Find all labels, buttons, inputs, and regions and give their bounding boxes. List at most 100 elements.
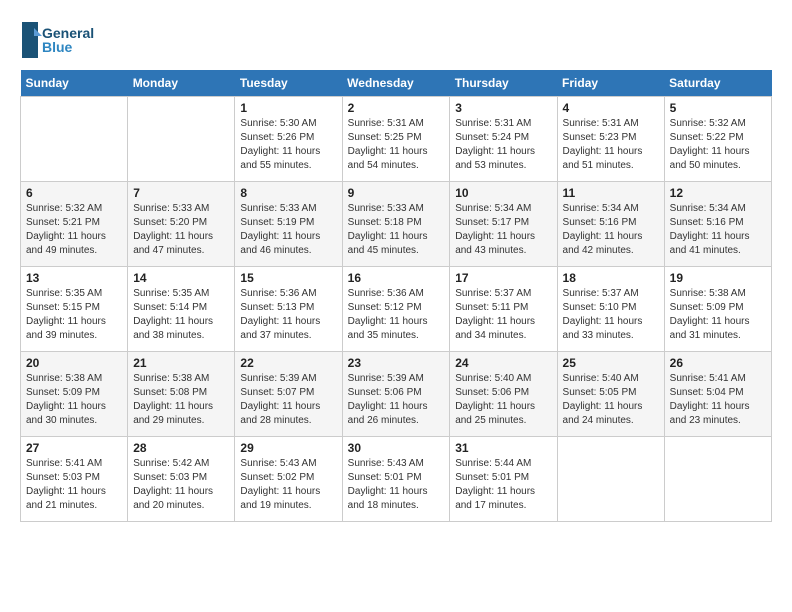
day-number: 8 [240, 186, 336, 200]
day-number: 3 [455, 101, 551, 115]
calendar-cell: 18Sunrise: 5:37 AM Sunset: 5:10 PM Dayli… [557, 267, 664, 352]
calendar-cell: 20 Sunrise: 5:38 AM Sunset: 5:09 PM Dayli… [21, 352, 128, 437]
calendar-cell: 14 Sunrise: 5:35 AM Sunset: 5:14 PM Dayli… [128, 267, 235, 352]
day-info: Sunrise: 5:34 AM Sunset: 5:16 PM Dayligh… [670, 202, 766, 258]
day-number: 1 [240, 101, 336, 115]
day-info: Sunrise: 5:43 AM Sunset: 5:02 PM Dayligh… [240, 457, 336, 513]
column-header-friday: Friday [557, 70, 664, 97]
day-info: Sunrise: 5:41 AM Sunset: 5:04 PM Dayligh… [670, 372, 766, 428]
svg-text:Blue: Blue [42, 39, 73, 55]
column-header-monday: Monday [128, 70, 235, 97]
day-info: Sunrise: 5:39 AM Sunset: 5:07 PM Dayligh… [240, 372, 336, 428]
day-info: Sunrise: 5:44 AM Sunset: 5:01 PM Dayligh… [455, 457, 551, 513]
day-number: 27 [26, 441, 122, 455]
day-info: Sunrise: 5:33 AM Sunset: 5:20 PM Dayligh… [133, 202, 229, 258]
calendar-cell: 30 Sunrise: 5:43 AM Sunset: 5:01 PM Dayli… [342, 437, 450, 522]
calendar-cell: 5 Sunrise: 5:32 AM Sunset: 5:22 PM Daylig… [664, 97, 771, 182]
day-number: 5 [670, 101, 766, 115]
week-row-5: 27 Sunrise: 5:41 AM Sunset: 5:03 PM Dayli… [21, 437, 772, 522]
day-number: 25 [563, 356, 659, 370]
day-info: Sunrise: 5:32 AM Sunset: 5:21 PM Dayligh… [26, 202, 122, 258]
day-info: Sunrise: 5:35 AM Sunset: 5:14 PM Dayligh… [133, 287, 229, 343]
calendar-cell: 4 Sunrise: 5:31 AM Sunset: 5:23 PM Daylig… [557, 97, 664, 182]
day-number: 29 [240, 441, 336, 455]
column-header-tuesday: Tuesday [235, 70, 342, 97]
calendar-cell: 6Sunrise: 5:32 AM Sunset: 5:21 PM Daylig… [21, 182, 128, 267]
day-number: 16 [348, 271, 445, 285]
calendar-cell: 28 Sunrise: 5:42 AM Sunset: 5:03 PM Dayli… [128, 437, 235, 522]
calendar-cell: 31 Sunrise: 5:44 AM Sunset: 5:01 PM Dayli… [450, 437, 557, 522]
day-info: Sunrise: 5:41 AM Sunset: 5:03 PM Dayligh… [26, 457, 122, 513]
calendar-cell: 15Sunrise: 5:36 AM Sunset: 5:13 PM Dayli… [235, 267, 342, 352]
day-info: Sunrise: 5:35 AM Sunset: 5:15 PM Dayligh… [26, 287, 122, 343]
day-info: Sunrise: 5:38 AM Sunset: 5:08 PM Dayligh… [133, 372, 229, 428]
day-number: 7 [133, 186, 229, 200]
calendar-cell: 25 Sunrise: 5:40 AM Sunset: 5:05 PM Dayli… [557, 352, 664, 437]
day-number: 9 [348, 186, 445, 200]
day-number: 2 [348, 101, 445, 115]
week-row-1: 1 Sunrise: 5:30 AM Sunset: 5:26 PM Daylig… [21, 97, 772, 182]
day-number: 23 [348, 356, 445, 370]
calendar-cell: 2 Sunrise: 5:31 AM Sunset: 5:25 PM Daylig… [342, 97, 450, 182]
calendar-cell: 1 Sunrise: 5:30 AM Sunset: 5:26 PM Daylig… [235, 97, 342, 182]
day-info: Sunrise: 5:33 AM Sunset: 5:18 PM Dayligh… [348, 202, 445, 258]
calendar-cell: 23Sunrise: 5:39 AM Sunset: 5:06 PM Dayli… [342, 352, 450, 437]
calendar-cell: 11Sunrise: 5:34 AM Sunset: 5:16 PM Dayli… [557, 182, 664, 267]
day-number: 19 [670, 271, 766, 285]
calendar-cell: 8 Sunrise: 5:33 AM Sunset: 5:19 PM Daylig… [235, 182, 342, 267]
column-header-thursday: Thursday [450, 70, 557, 97]
week-row-4: 20 Sunrise: 5:38 AM Sunset: 5:09 PM Dayli… [21, 352, 772, 437]
day-number: 17 [455, 271, 551, 285]
day-info: Sunrise: 5:42 AM Sunset: 5:03 PM Dayligh… [133, 457, 229, 513]
day-info: Sunrise: 5:31 AM Sunset: 5:23 PM Dayligh… [563, 117, 659, 173]
week-row-2: 6Sunrise: 5:32 AM Sunset: 5:21 PM Daylig… [21, 182, 772, 267]
day-number: 10 [455, 186, 551, 200]
column-header-saturday: Saturday [664, 70, 771, 97]
calendar-cell: 19 Sunrise: 5:38 AM Sunset: 5:09 PM Dayli… [664, 267, 771, 352]
calendar-cell: 13 Sunrise: 5:35 AM Sunset: 5:15 PM Dayli… [21, 267, 128, 352]
day-number: 18 [563, 271, 659, 285]
calendar-cell: 26 Sunrise: 5:41 AM Sunset: 5:04 PM Dayli… [664, 352, 771, 437]
calendar-cell: 7 Sunrise: 5:33 AM Sunset: 5:20 PM Daylig… [128, 182, 235, 267]
day-number: 20 [26, 356, 122, 370]
day-number: 28 [133, 441, 229, 455]
day-info: Sunrise: 5:31 AM Sunset: 5:24 PM Dayligh… [455, 117, 551, 173]
day-info: Sunrise: 5:38 AM Sunset: 5:09 PM Dayligh… [670, 287, 766, 343]
day-info: Sunrise: 5:40 AM Sunset: 5:06 PM Dayligh… [455, 372, 551, 428]
day-info: Sunrise: 5:32 AM Sunset: 5:22 PM Dayligh… [670, 117, 766, 173]
day-number: 15 [240, 271, 336, 285]
column-header-sunday: Sunday [21, 70, 128, 97]
calendar-cell [21, 97, 128, 182]
calendar-cell: 22 Sunrise: 5:39 AM Sunset: 5:07 PM Dayli… [235, 352, 342, 437]
day-number: 22 [240, 356, 336, 370]
day-info: Sunrise: 5:40 AM Sunset: 5:05 PM Dayligh… [563, 372, 659, 428]
calendar-cell: 9 Sunrise: 5:33 AM Sunset: 5:18 PM Daylig… [342, 182, 450, 267]
calendar-cell: 27 Sunrise: 5:41 AM Sunset: 5:03 PM Dayli… [21, 437, 128, 522]
day-number: 4 [563, 101, 659, 115]
day-number: 31 [455, 441, 551, 455]
day-number: 26 [670, 356, 766, 370]
day-info: Sunrise: 5:37 AM Sunset: 5:11 PM Dayligh… [455, 287, 551, 343]
day-info: Sunrise: 5:30 AM Sunset: 5:26 PM Dayligh… [240, 117, 336, 173]
day-info: Sunrise: 5:36 AM Sunset: 5:12 PM Dayligh… [348, 287, 445, 343]
calendar-cell: 29 Sunrise: 5:43 AM Sunset: 5:02 PM Dayli… [235, 437, 342, 522]
day-info: Sunrise: 5:31 AM Sunset: 5:25 PM Dayligh… [348, 117, 445, 173]
day-number: 21 [133, 356, 229, 370]
calendar-cell: 10 Sunrise: 5:34 AM Sunset: 5:17 PM Dayli… [450, 182, 557, 267]
day-number: 13 [26, 271, 122, 285]
calendar-cell: 21 Sunrise: 5:38 AM Sunset: 5:08 PM Dayli… [128, 352, 235, 437]
day-info: Sunrise: 5:34 AM Sunset: 5:17 PM Dayligh… [455, 202, 551, 258]
day-number: 12 [670, 186, 766, 200]
column-header-wednesday: Wednesday [342, 70, 450, 97]
week-row-3: 13 Sunrise: 5:35 AM Sunset: 5:15 PM Dayli… [21, 267, 772, 352]
day-number: 30 [348, 441, 445, 455]
calendar-cell [557, 437, 664, 522]
day-info: Sunrise: 5:33 AM Sunset: 5:19 PM Dayligh… [240, 202, 336, 258]
calendar-cell [128, 97, 235, 182]
day-number: 14 [133, 271, 229, 285]
day-number: 11 [563, 186, 659, 200]
calendar-header-row: SundayMondayTuesdayWednesdayThursdayFrid… [21, 70, 772, 97]
calendar-cell: 24Sunrise: 5:40 AM Sunset: 5:06 PM Dayli… [450, 352, 557, 437]
day-info: Sunrise: 5:38 AM Sunset: 5:09 PM Dayligh… [26, 372, 122, 428]
day-info: Sunrise: 5:43 AM Sunset: 5:01 PM Dayligh… [348, 457, 445, 513]
